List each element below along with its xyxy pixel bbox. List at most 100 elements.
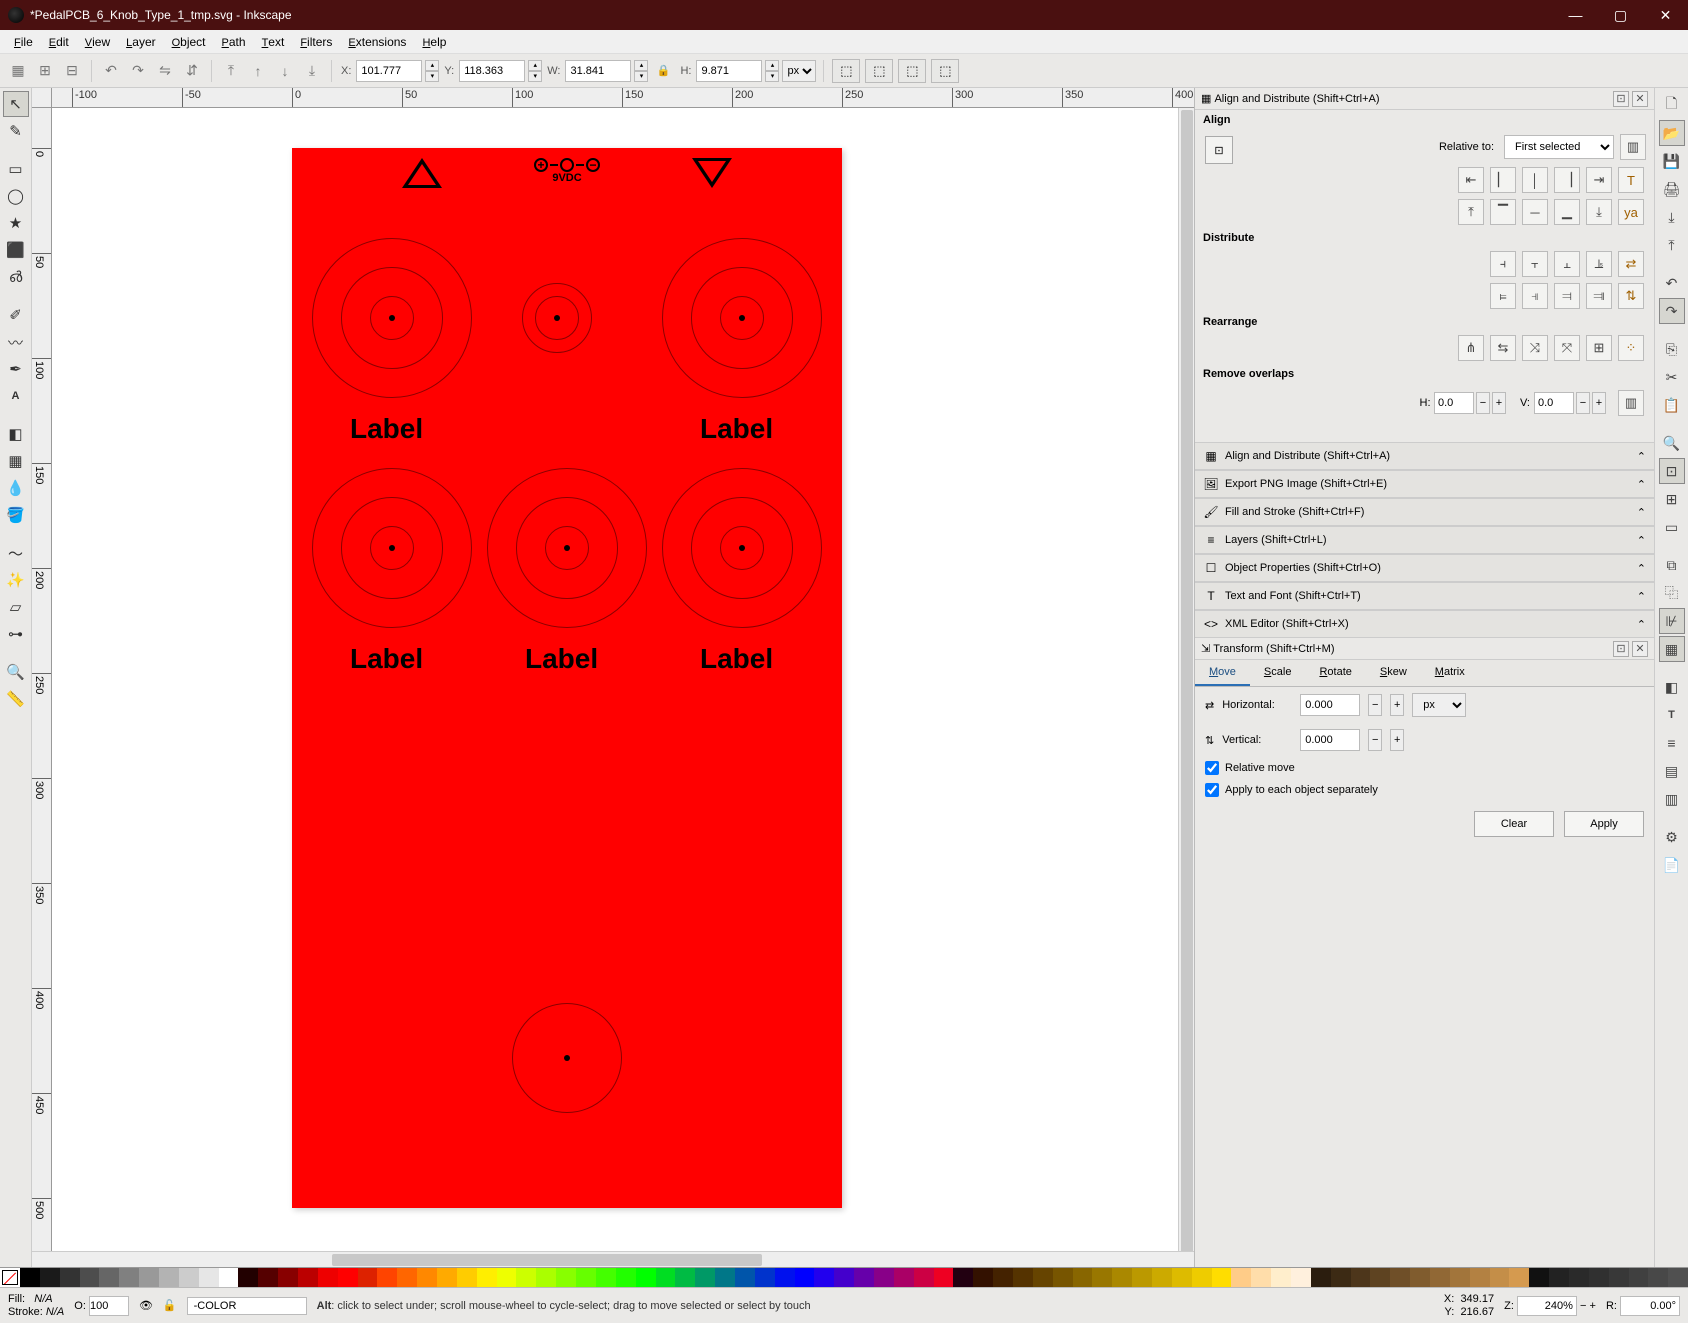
relative-to-select[interactable]: First selected bbox=[1504, 135, 1614, 159]
save-icon[interactable]: 💾 bbox=[1659, 148, 1685, 174]
exchange-z-icon[interactable]: ⤨ bbox=[1522, 335, 1548, 361]
bezier-tool[interactable]: 〰 bbox=[3, 329, 29, 355]
print-icon[interactable]: 🖨 bbox=[1659, 176, 1685, 202]
mesh-tool[interactable]: ▦ bbox=[3, 448, 29, 474]
menu-file[interactable]: File bbox=[6, 33, 41, 51]
swatch[interactable] bbox=[1351, 1268, 1371, 1287]
remove-overlaps-button[interactable]: ▥ bbox=[1618, 390, 1644, 416]
swatch[interactable] bbox=[775, 1268, 795, 1287]
panel-text[interactable]: TText and Font (Shift+Ctrl+T)⌃ bbox=[1195, 582, 1654, 610]
swatch[interactable] bbox=[894, 1268, 914, 1287]
export-icon[interactable]: ⤒ bbox=[1659, 232, 1685, 258]
swatch[interactable] bbox=[1629, 1268, 1649, 1287]
rect-tool[interactable]: ▭ bbox=[3, 156, 29, 182]
align-anchor-icon[interactable]: ⊡ bbox=[1205, 136, 1233, 164]
swatch[interactable] bbox=[1033, 1268, 1053, 1287]
artboard[interactable]: 9VDC Label Label Label Label Label bbox=[292, 148, 842, 1208]
swatch[interactable] bbox=[477, 1268, 497, 1287]
exchange-pos-icon[interactable]: ⇆ bbox=[1490, 335, 1516, 361]
swatch[interactable] bbox=[457, 1268, 477, 1287]
exchange-rand-icon[interactable]: ⤧ bbox=[1554, 335, 1580, 361]
dialog-detach-icon[interactable]: ⊡ bbox=[1613, 91, 1629, 107]
canvas-viewport[interactable]: 9VDC Label Label Label Label Label bbox=[52, 108, 1178, 1251]
swatch[interactable] bbox=[60, 1268, 80, 1287]
swatch[interactable] bbox=[159, 1268, 179, 1287]
swatch[interactable] bbox=[1490, 1268, 1510, 1287]
dist-hcenter-icon[interactable]: ⫟ bbox=[1522, 251, 1548, 277]
swatch[interactable] bbox=[1609, 1268, 1629, 1287]
menu-edit[interactable]: Edit bbox=[41, 33, 77, 51]
triangle-down-icon[interactable] bbox=[692, 158, 732, 188]
tweak-tool[interactable]: 〜 bbox=[3, 540, 29, 566]
swatch[interactable] bbox=[834, 1268, 854, 1287]
swatch[interactable] bbox=[1529, 1268, 1549, 1287]
relative-move-checkbox[interactable] bbox=[1205, 761, 1219, 775]
label-2[interactable]: Label bbox=[700, 413, 773, 445]
swatch[interactable] bbox=[1271, 1268, 1291, 1287]
select-all-layers-icon[interactable]: ▦ bbox=[6, 59, 30, 83]
zoom-sel-icon[interactable]: ⊡ bbox=[1659, 458, 1685, 484]
copy-icon[interactable]: ⎘ bbox=[1659, 336, 1685, 362]
swatch[interactable] bbox=[973, 1268, 993, 1287]
swatch[interactable] bbox=[417, 1268, 437, 1287]
swatch[interactable] bbox=[854, 1268, 874, 1287]
power-label[interactable]: 9VDC bbox=[534, 158, 600, 184]
swatch[interactable] bbox=[377, 1268, 397, 1287]
knob-1[interactable] bbox=[312, 238, 472, 398]
knob-4[interactable] bbox=[487, 468, 647, 628]
unclump-icon[interactable]: ⊞ bbox=[1586, 335, 1612, 361]
swatch[interactable] bbox=[497, 1268, 517, 1287]
align-top-icon[interactable]: ▔ bbox=[1490, 199, 1516, 225]
swatch[interactable] bbox=[1092, 1268, 1112, 1287]
triangle-up-icon[interactable] bbox=[402, 158, 442, 188]
raise-icon[interactable]: ↑ bbox=[246, 59, 270, 83]
swatch[interactable] bbox=[397, 1268, 417, 1287]
transform-detach-icon[interactable]: ⊡ bbox=[1613, 641, 1629, 657]
swatch[interactable] bbox=[1410, 1268, 1430, 1287]
treat-as-group-icon[interactable]: ▥ bbox=[1620, 134, 1646, 160]
align-left-icon[interactable]: ▏ bbox=[1490, 167, 1516, 193]
apply-button[interactable]: Apply bbox=[1564, 811, 1644, 837]
swatch[interactable] bbox=[874, 1268, 894, 1287]
maximize-button[interactable]: ▢ bbox=[1598, 0, 1643, 30]
zoom-tool[interactable]: 🔍 bbox=[3, 659, 29, 685]
swatch-none[interactable] bbox=[0, 1268, 20, 1287]
move-h-input[interactable] bbox=[1300, 694, 1360, 716]
dist-vcenter-icon[interactable]: ⫣ bbox=[1522, 283, 1548, 309]
zoom-page-icon[interactable]: ▭ bbox=[1659, 514, 1685, 540]
gradient-tool[interactable]: ◧ bbox=[3, 421, 29, 447]
swatch[interactable] bbox=[795, 1268, 815, 1287]
menu-object[interactable]: Object bbox=[164, 33, 214, 51]
menu-path[interactable]: Path bbox=[214, 33, 254, 51]
swatch[interactable] bbox=[656, 1268, 676, 1287]
swatch[interactable] bbox=[40, 1268, 60, 1287]
swatch[interactable] bbox=[1291, 1268, 1311, 1287]
swatch[interactable] bbox=[99, 1268, 119, 1287]
swatch[interactable] bbox=[1053, 1268, 1073, 1287]
open-icon[interactable]: 📂 bbox=[1659, 120, 1685, 146]
scrollbar-horizontal[interactable] bbox=[32, 1251, 1194, 1267]
swatch[interactable] bbox=[675, 1268, 695, 1287]
raise-top-icon[interactable]: ⤒ bbox=[219, 59, 243, 83]
unit-select[interactable]: px bbox=[782, 60, 816, 82]
layer-select[interactable]: -COLOR bbox=[187, 1297, 307, 1315]
flip-v-icon[interactable]: ⇵ bbox=[180, 59, 204, 83]
swatch[interactable] bbox=[1132, 1268, 1152, 1287]
text-tool[interactable]: A bbox=[3, 383, 29, 409]
swatch[interactable] bbox=[536, 1268, 556, 1287]
swatch[interactable] bbox=[616, 1268, 636, 1287]
calligraphy-tool[interactable]: ✒ bbox=[3, 356, 29, 382]
undo-icon[interactable]: ↶ bbox=[1659, 270, 1685, 296]
swatch[interactable] bbox=[596, 1268, 616, 1287]
tab-rotate[interactable]: Rotate bbox=[1305, 660, 1365, 686]
h-input[interactable] bbox=[696, 60, 762, 82]
randomize-icon[interactable]: ⁘ bbox=[1618, 335, 1644, 361]
knob-2[interactable] bbox=[662, 238, 822, 398]
panel-xml[interactable]: <>XML Editor (Shift+Ctrl+X)⌃ bbox=[1195, 610, 1654, 638]
swatch[interactable] bbox=[338, 1268, 358, 1287]
transform-close-icon[interactable]: ✕ bbox=[1632, 641, 1648, 657]
x-input[interactable] bbox=[356, 60, 422, 82]
prefs-icon[interactable]: ⚙ bbox=[1659, 824, 1685, 850]
swatch[interactable] bbox=[1311, 1268, 1331, 1287]
eraser-tool[interactable]: ▱ bbox=[3, 594, 29, 620]
